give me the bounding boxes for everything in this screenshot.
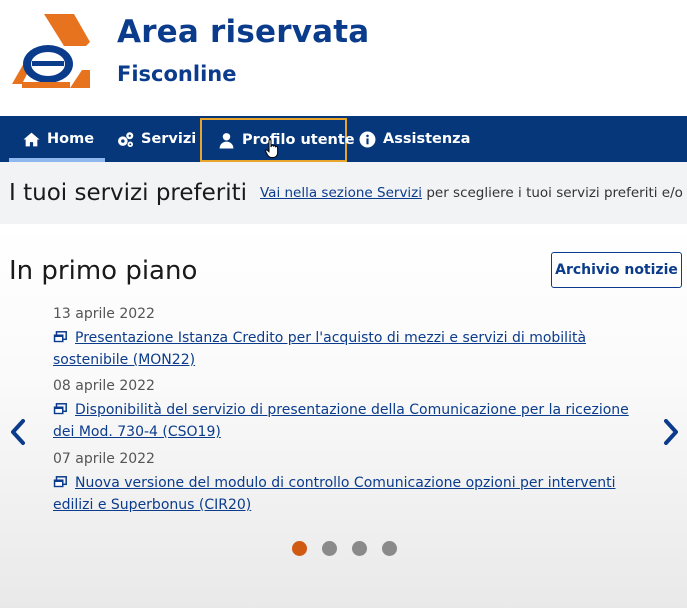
info-icon [359,131,376,147]
news-item: 08 aprile 2022 Disponibilità del servizi… [53,378,643,443]
nav-item-label: Servizi [141,131,197,147]
news-link[interactable]: Nuova versione del modulo di controllo C… [53,472,643,516]
carousel-dot[interactable] [352,541,367,556]
preferiti-text: Vai nella sezione Servizi per scegliere … [260,185,687,201]
app-title: Area riservata [117,14,370,50]
user-icon [219,132,234,148]
servizi-section-link[interactable]: Vai nella sezione Servizi [260,185,422,201]
news-item: 07 aprile 2022 Nuova versione del modulo… [53,451,643,516]
preferiti-band: I tuoi servizi preferiti Vai nella sezio… [0,162,687,224]
carousel-indicators [292,541,397,556]
news-link[interactable]: Presentazione Istanza Credito per l'acqu… [53,327,643,371]
carousel-prev-arrow-icon[interactable] [7,417,29,447]
nav-item-assistenza[interactable]: Assistenza [359,116,470,162]
news-date: 08 aprile 2022 [53,378,155,394]
carousel-next-arrow-icon[interactable] [660,417,682,447]
archivio-notizie-button[interactable]: Archivio notizie [551,252,682,288]
news-title[interactable]: Disponibilità del servizio di presentazi… [53,402,629,440]
window-restore-icon [53,403,67,415]
nav-item-label: Home [47,131,95,147]
header: Area riservata Fisconline [0,0,687,116]
nav-item-home[interactable]: Home [9,116,105,162]
news-date: 13 aprile 2022 [53,306,155,322]
news-title[interactable]: Presentazione Istanza Credito per l'acqu… [53,330,586,368]
carousel-dot[interactable] [292,541,307,556]
nav-item-label: Assistenza [383,131,471,147]
nav-item-servizi[interactable]: Servizi [117,116,197,162]
news-item: 13 aprile 2022 Presentazione Istanza Cre… [53,306,643,371]
home-icon [23,132,40,146]
window-restore-icon [53,476,67,488]
news-title[interactable]: Nuova versione del modulo di controllo C… [53,475,616,513]
app-subtitle: Fisconline [117,62,237,86]
main-nav: Home Servizi Profilo utente Assistenza [0,116,687,162]
nav-item-label: Profilo utente [242,132,355,148]
hand-cursor-icon [265,139,279,158]
primo-piano-section: In primo piano Archivio notizie 13 april… [0,224,687,608]
preferiti-description: per scegliere i tuoi servizi preferiti e… [422,185,687,201]
cogs-icon [118,131,134,147]
section-title: In primo piano [9,256,198,286]
agenzia-entrate-logo[interactable] [8,12,94,92]
news-date: 07 aprile 2022 [53,451,155,467]
carousel-dot[interactable] [322,541,337,556]
preferiti-title: I tuoi servizi preferiti [9,180,248,206]
news-link[interactable]: Disponibilità del servizio di presentazi… [53,399,643,443]
window-restore-icon [53,331,67,343]
carousel-dot[interactable] [382,541,397,556]
